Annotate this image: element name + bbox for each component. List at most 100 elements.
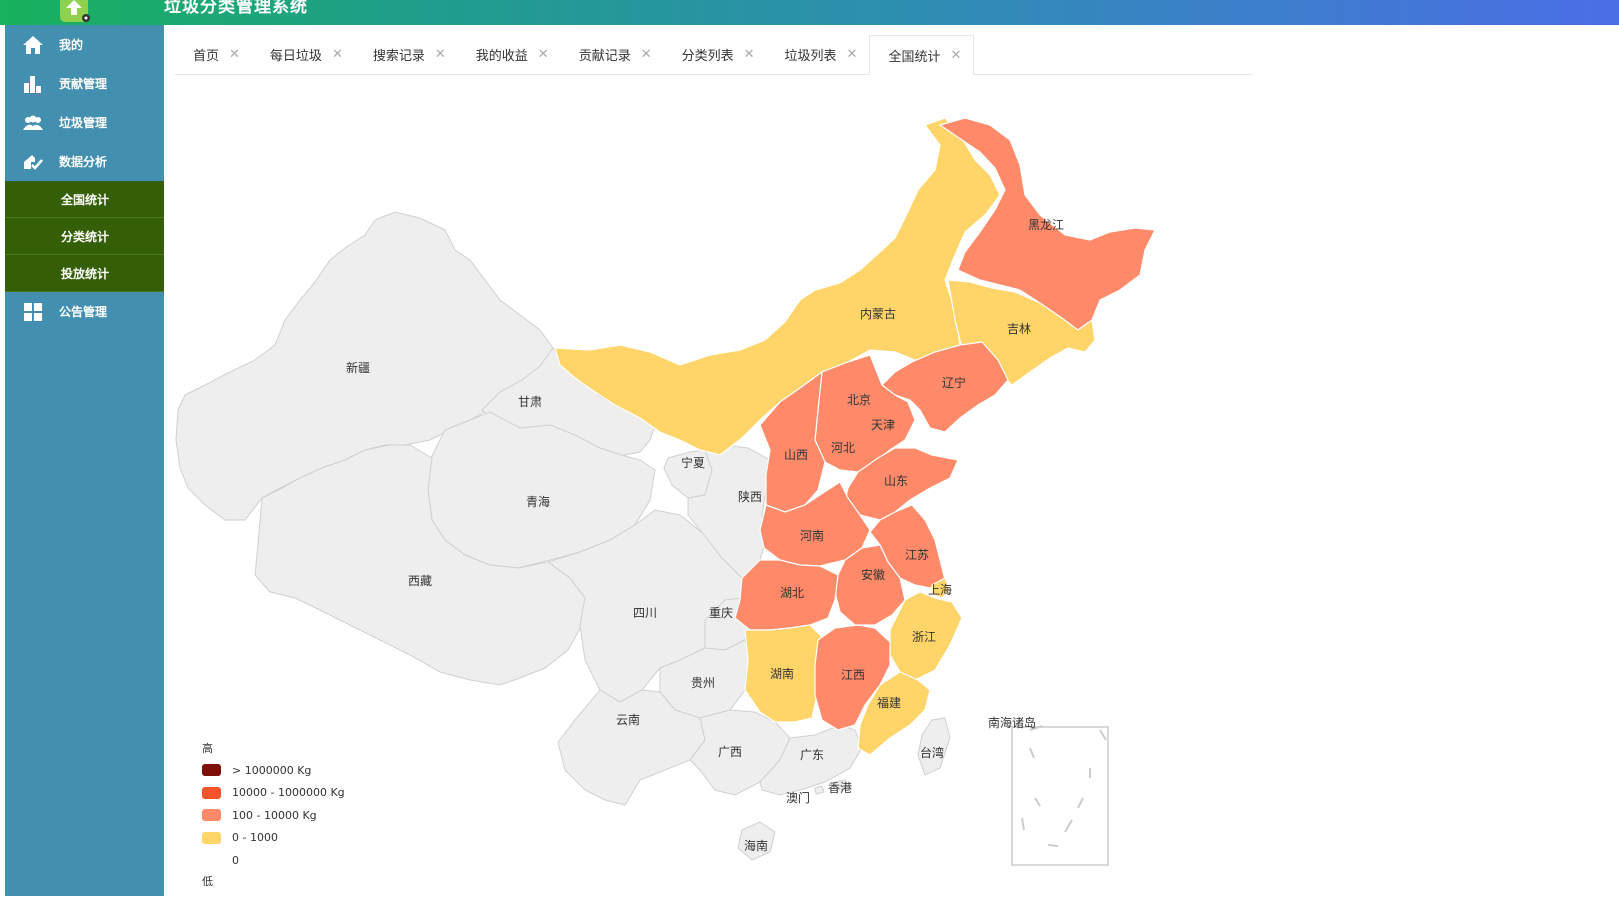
- top-header: 垃圾分类管理系统: [0, 0, 1619, 25]
- region-label: 云南: [616, 712, 640, 727]
- legend-swatch: [202, 809, 221, 822]
- tab-label: 分类列表: [681, 48, 734, 64]
- legend-label: 100 - 10000 Kg: [232, 808, 317, 822]
- close-icon[interactable]: ✕: [847, 47, 858, 62]
- close-icon[interactable]: ✕: [641, 47, 652, 62]
- region-label: 南海诸岛: [988, 715, 1036, 730]
- tab-label: 垃圾列表: [784, 48, 837, 64]
- south-china-sea-inset: [1011, 725, 1109, 866]
- region-label: 江西: [841, 668, 865, 682]
- tab-label: 全国统计: [888, 49, 941, 65]
- legend-swatch: [202, 831, 221, 844]
- region-label: 海南: [744, 838, 768, 853]
- tab-contribution-records[interactable]: 贡献记录 ✕: [561, 35, 664, 73]
- region-label: 台湾: [920, 745, 944, 760]
- legend-item[interactable]: 10000 - 1000000 Kg: [202, 782, 345, 805]
- legend-label: 0 - 1000: [232, 831, 278, 845]
- region-label: 青海: [526, 494, 550, 509]
- legend-item[interactable]: 0: [202, 849, 345, 872]
- tab-garbage-list[interactable]: 垃圾列表 ✕: [767, 35, 870, 73]
- region-label: 黑龙江: [1028, 218, 1064, 232]
- region-label: 澳门: [786, 790, 810, 805]
- tab-label: 搜索记录: [372, 48, 425, 64]
- submenu-drop-stats[interactable]: 投放统计: [5, 255, 164, 292]
- region-label: 宁夏: [681, 455, 705, 470]
- region-label: 天津: [871, 418, 895, 432]
- legend-item[interactable]: 100 - 10000 Kg: [202, 804, 345, 827]
- legend-high-label: 高: [202, 742, 213, 755]
- close-icon[interactable]: ✕: [229, 47, 240, 62]
- legend-item[interactable]: > 1000000 Kg: [202, 759, 345, 782]
- region-label: 福建: [877, 695, 901, 710]
- map-legend: 高 > 1000000 Kg 10000 - 1000000 Kg 100 - 10…: [202, 739, 345, 892]
- region-label: 贵州: [691, 676, 715, 690]
- tab-label: 每日垃圾: [269, 48, 322, 64]
- close-icon[interactable]: ✕: [950, 48, 961, 63]
- region-label: 北京: [847, 393, 871, 407]
- legend-swatch: [202, 854, 221, 867]
- region-label: 陕西: [738, 489, 762, 504]
- legend-item[interactable]: 0 - 1000: [202, 827, 345, 850]
- submenu-label: 投放统计: [61, 266, 110, 281]
- tab-daily-garbage[interactable]: 每日垃圾 ✕: [252, 35, 355, 73]
- region-label: 广西: [718, 745, 742, 759]
- tab-category-list[interactable]: 分类列表 ✕: [664, 35, 767, 73]
- tab-bar: 首页 ✕ 每日垃圾 ✕ 搜索记录 ✕ 我的收益 ✕ 贡献记录 ✕ 分类列表 ✕ 垃圾列表 ✕ …: [175, 35, 1252, 75]
- region-label: 湖北: [780, 585, 804, 600]
- map-region[interactable]: [814, 785, 825, 795]
- sidebar-item-analysis[interactable]: 数据分析: [5, 142, 164, 181]
- sidebar-item-garbage[interactable]: 垃圾管理: [5, 103, 164, 142]
- sidebar-item-label: 公告管理: [59, 305, 108, 319]
- region-label: 浙江: [912, 630, 936, 644]
- close-icon[interactable]: ✕: [332, 47, 343, 62]
- region-label: 山西: [784, 448, 808, 462]
- region-label: 新疆: [346, 360, 370, 375]
- legend-label: > 1000000 Kg: [232, 763, 312, 777]
- legend-low-label: 低: [202, 874, 213, 888]
- close-icon[interactable]: ✕: [538, 47, 549, 62]
- sidebar-item-contribution[interactable]: 贡献管理: [5, 64, 164, 103]
- region-label: 西藏: [408, 574, 432, 588]
- region-label: 辽宁: [942, 375, 966, 390]
- sidebar: 我的 贡献管理 垃圾管理 数据分析 全国统计 分类统计 投放统计 公告管理: [5, 25, 164, 896]
- sidebar-item-label: 贡献管理: [59, 77, 108, 91]
- tab-home[interactable]: 首页 ✕: [175, 35, 252, 73]
- legend-label: 0: [232, 853, 239, 867]
- sidebar-item-announcement[interactable]: 公告管理: [5, 292, 164, 331]
- china-map: 新疆甘肃青海西藏四川 宁夏陕西重庆贵州云南广西 广东海南 香港澳门 台湾 南海诸岛 内蒙古 黑…: [175, 117, 1156, 866]
- region-label: 四川: [633, 606, 657, 620]
- region-label: 重庆: [709, 606, 733, 620]
- close-icon[interactable]: ✕: [435, 47, 446, 62]
- sidebar-item-label: 数据分析: [59, 155, 108, 169]
- region-label: 上海: [928, 582, 952, 597]
- legend-swatch: [202, 786, 221, 799]
- users-icon: [21, 111, 45, 135]
- app-title: 垃圾分类管理系统: [164, 0, 308, 17]
- sidebar-item-mine[interactable]: 我的: [5, 25, 164, 64]
- home-icon: [21, 33, 45, 57]
- tab-search-records[interactable]: 搜索记录 ✕: [355, 35, 458, 73]
- submenu-label: 全国统计: [61, 192, 110, 207]
- tab-label: 我的收益: [475, 48, 528, 64]
- submenu-label: 分类统计: [61, 229, 110, 244]
- legend-swatch: [202, 764, 221, 777]
- legend-label: 10000 - 1000000 Kg: [232, 786, 345, 800]
- region-label: 广东: [800, 748, 824, 762]
- app-logo: [60, 0, 90, 22]
- region-label: 吉林: [1007, 322, 1031, 336]
- submenu-national-stats[interactable]: 全国统计: [5, 181, 164, 218]
- analysis-icon: [21, 150, 45, 174]
- tab-national-stats[interactable]: 全国统计 ✕: [869, 35, 975, 75]
- region-label: 内蒙古: [860, 306, 896, 321]
- region-label: 河南: [800, 528, 824, 543]
- region-label: 河北: [831, 441, 855, 455]
- tab-label: 首页: [193, 48, 220, 64]
- region-label: 安徽: [861, 567, 885, 582]
- tab-my-earnings[interactable]: 我的收益 ✕: [458, 35, 561, 73]
- grid-icon: [21, 300, 45, 324]
- sidebar-item-label: 我的: [59, 38, 84, 52]
- region-label: 香港: [828, 781, 852, 795]
- close-icon[interactable]: ✕: [744, 47, 755, 62]
- submenu-category-stats[interactable]: 分类统计: [5, 218, 164, 255]
- bar-chart-icon: [21, 72, 45, 96]
